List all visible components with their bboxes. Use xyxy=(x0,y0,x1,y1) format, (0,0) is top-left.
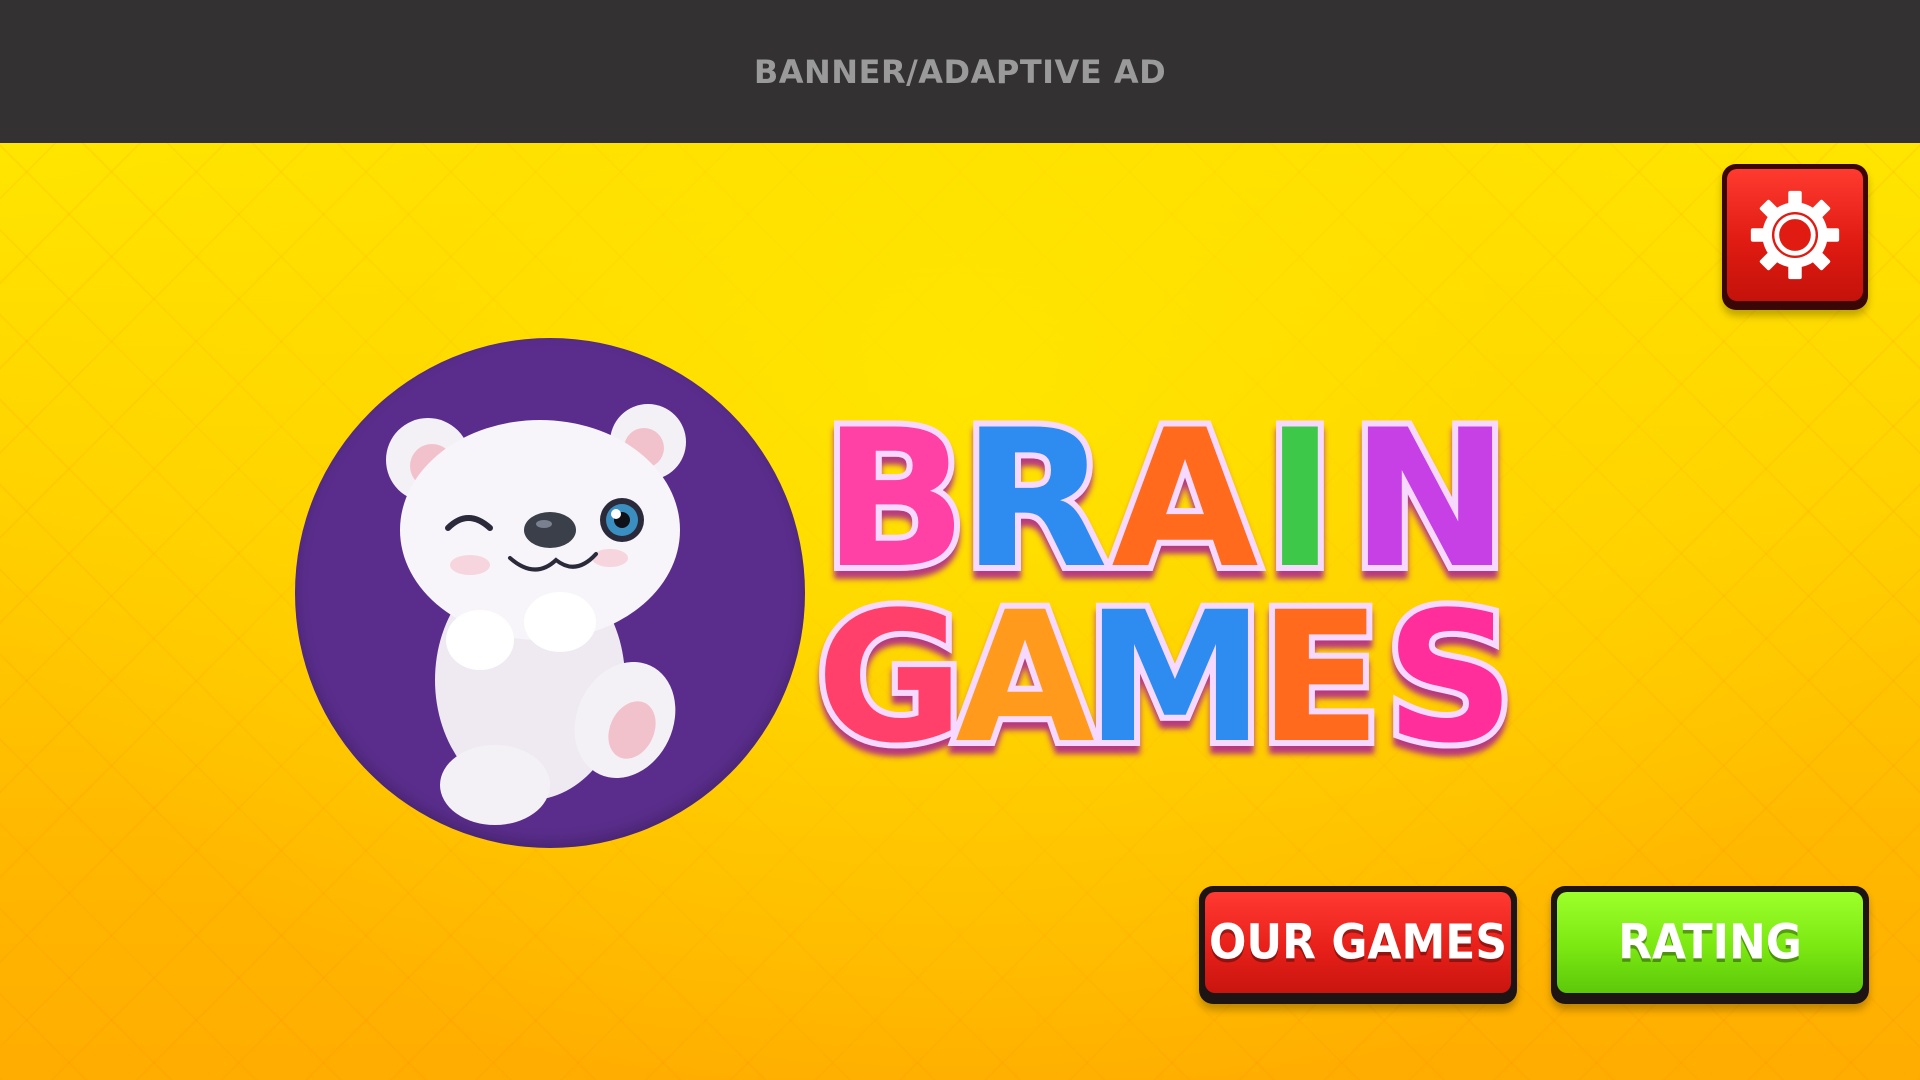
settings-button[interactable] xyxy=(1722,164,1868,310)
title-games-letter: S xyxy=(1385,574,1515,765)
our-games-button[interactable]: OUR GAMES xyxy=(1199,886,1517,1004)
rating-button-face: RATING xyxy=(1557,892,1863,993)
title-line-2: GAME S xyxy=(810,568,1521,765)
title-games-letter: G xyxy=(816,574,964,765)
rating-label: RATING xyxy=(1618,914,1802,971)
settings-button-face xyxy=(1727,169,1863,301)
polar-bear-mascot-icon xyxy=(386,404,686,825)
our-games-label: OUR GAMES xyxy=(1208,914,1508,971)
rating-button[interactable]: RATING xyxy=(1551,886,1869,1004)
brain-games-title: BR A I N GAME S xyxy=(810,395,1521,765)
ad-banner-text: BANNER/ADAPTIVE AD xyxy=(753,52,1167,91)
gear-icon xyxy=(1750,190,1840,280)
game-screen: BANNER/ADAPTIVE AD B R A I N G A M E S O… xyxy=(0,0,1920,1080)
title-games-letter: E xyxy=(1259,574,1382,765)
title-games-letter: A xyxy=(955,574,1094,765)
title-games-letter: M xyxy=(1085,574,1264,765)
ad-banner[interactable]: BANNER/ADAPTIVE AD xyxy=(0,0,1920,143)
our-games-button-face: OUR GAMES xyxy=(1205,892,1511,993)
